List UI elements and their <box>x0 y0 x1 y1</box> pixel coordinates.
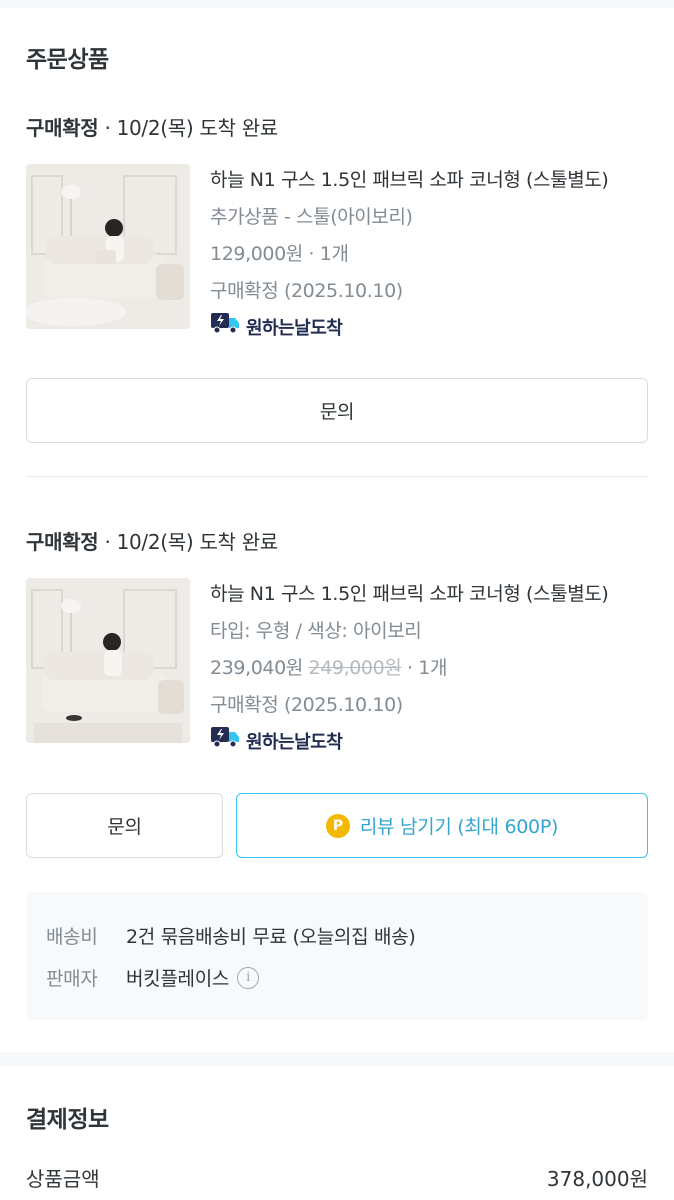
delivery-badge: 원하는날도착 <box>210 310 608 347</box>
product-thumbnail[interactable] <box>26 578 190 743</box>
seller-value-wrap: 버킷플레이스 i <box>126 964 260 991</box>
delivery-badge: 원하는날도착 <box>210 724 608 761</box>
top-band <box>0 0 674 8</box>
subtotal-label: 상품금액 <box>26 1167 100 1191</box>
product-option: 타입: 우형 / 색상: 아이보리 <box>210 620 422 642</box>
seller-key: 판매자 <box>46 968 98 990</box>
payment-subtotal-row: 상품금액 378,000원 <box>26 1163 648 1192</box>
product-qty: · 1개 <box>302 243 349 265</box>
product-option: 추가상품 - 스툴(아이보리) <box>210 206 413 228</box>
review-button-label: 리뷰 남기기 (최대 600P) <box>359 816 559 838</box>
product-name[interactable]: 하늘 N1 구스 1.5인 패브릭 소파 코너형 (스툴별도) <box>210 576 609 613</box>
product-qty: · 1개 <box>401 657 448 679</box>
product-info: 하늘 N1 구스 1.5인 패브릭 소파 코너형 (스툴별도) 추가상품 - 스… <box>210 162 609 347</box>
subtotal-value: 378,000원 <box>546 1167 648 1191</box>
delivery-badge-label: 원하는날도착 <box>246 318 343 339</box>
product-thumbnail[interactable] <box>26 164 190 329</box>
status-detail: · 10/2(목) 도착 완료 <box>98 530 278 554</box>
item-divider <box>26 476 648 477</box>
purchase-confirm-date: 구매확정 (2025.10.10) <box>210 280 403 302</box>
status-detail: · 10/2(목) 도착 완료 <box>98 116 278 140</box>
status-label: 구매확정 <box>26 116 99 140</box>
section-gap <box>0 1052 674 1066</box>
shipping-fee-value: 2건 묶음배송비 무료 (오늘의집 배송) <box>126 926 416 948</box>
truck-icon <box>210 310 240 347</box>
product-price: 239,040원 <box>210 657 303 679</box>
inquiry-button[interactable]: 문의 <box>26 378 648 443</box>
sofa-image <box>26 164 190 329</box>
section-title: 주문상품 <box>26 47 109 73</box>
payment-title: 결제정보 <box>26 1107 109 1133</box>
product-price: 129,000원 <box>210 243 303 265</box>
status-label: 구매확정 <box>26 530 99 554</box>
shipping-fee-key: 배송비 <box>46 926 98 948</box>
info-icon[interactable]: i <box>237 966 260 989</box>
delivery-badge-label: 원하는날도착 <box>246 732 343 753</box>
item-status: 구매확정 · 10/2(목) 도착 완료 <box>26 526 278 555</box>
shipping-fee-row: 배송비 2건 묶음배송비 무료 (오늘의집 배송) <box>46 922 416 949</box>
item-status: 구매확정 · 10/2(목) 도착 완료 <box>26 112 278 141</box>
seller-value: 버킷플레이스 <box>126 968 230 990</box>
product-price-line: 129,000원 · 1개 <box>210 236 608 273</box>
point-coin-icon: P <box>325 813 350 838</box>
product-name[interactable]: 하늘 N1 구스 1.5인 패브릭 소파 코너형 (스툴별도) <box>210 162 609 199</box>
review-button[interactable]: P 리뷰 남기기 (최대 600P) <box>236 793 648 858</box>
inquiry-button[interactable]: 문의 <box>26 793 223 858</box>
sofa-image <box>26 578 190 743</box>
product-info: 하늘 N1 구스 1.5인 패브릭 소파 코너형 (스툴별도) 타입: 우형 /… <box>210 576 609 761</box>
seller-row: 판매자 버킷플레이스 i <box>46 964 260 991</box>
product-price-line: 239,040원 249,000원 · 1개 <box>210 650 608 687</box>
original-price: 249,000원 <box>308 657 402 679</box>
purchase-confirm-date: 구매확정 (2025.10.10) <box>210 694 403 716</box>
shipping-info-box: 배송비 2건 묶음배송비 무료 (오늘의집 배송) 판매자 버킷플레이스 i <box>26 892 648 1020</box>
truck-icon <box>210 724 240 761</box>
